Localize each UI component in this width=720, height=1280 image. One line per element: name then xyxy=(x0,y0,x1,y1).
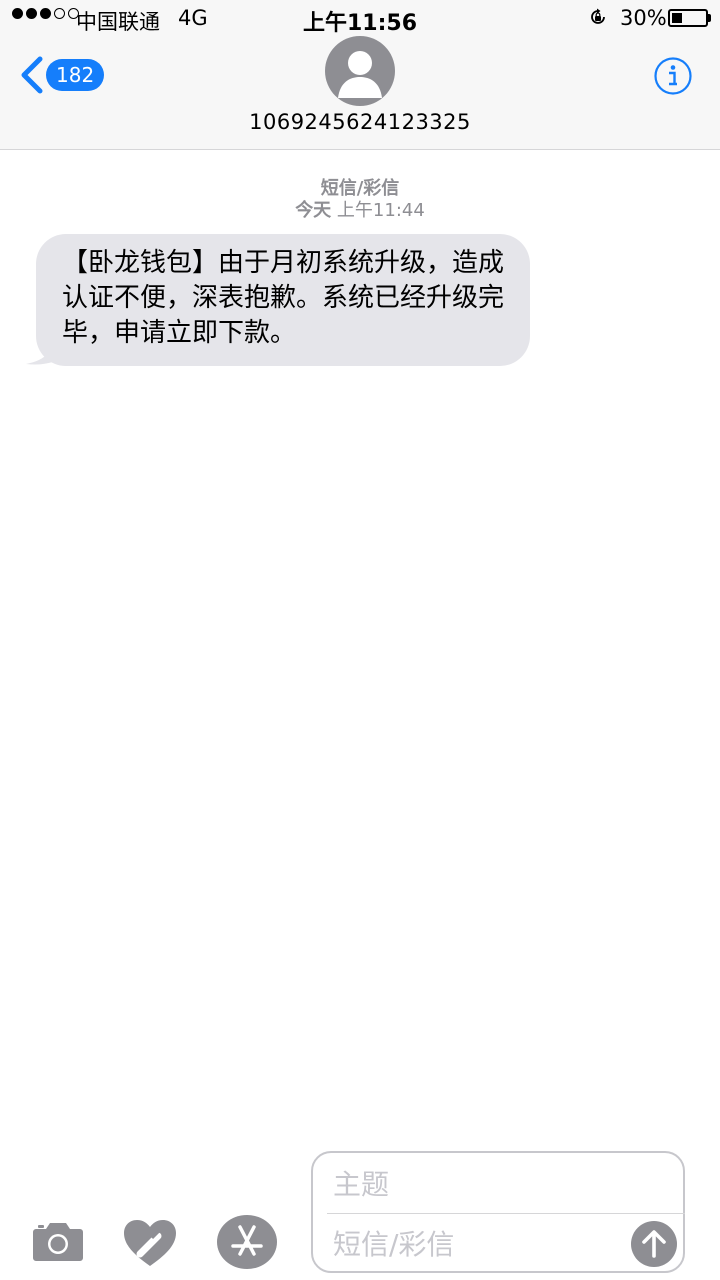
back-button-unread-badge[interactable]: 182 xyxy=(46,59,105,91)
orientation-lock-icon xyxy=(591,8,605,24)
status-bar: 中国联通 4G 上午11:56 30% xyxy=(0,0,720,36)
battery-level-fill xyxy=(672,13,682,23)
message-bubble-text: 【卧龙钱包】由于月初系统升级，造成认证不便，深表抱歉。系统已经升级完毕，申请立即… xyxy=(36,234,530,366)
camera-icon[interactable] xyxy=(32,1220,84,1262)
messages-screen: 中国联通 4G 上午11:56 30% 182 1069245624123325 xyxy=(0,0,720,1280)
incoming-message[interactable]: 【卧龙钱包】由于月初系统升级，造成认证不便，深表抱歉。系统已经升级完毕，申请立即… xyxy=(26,234,530,366)
message-timestamp: 今天 上午11:44 xyxy=(0,196,720,222)
battery-percentage: 30% xyxy=(620,6,667,30)
subject-input[interactable]: 主题 xyxy=(333,1165,673,1205)
contact-number[interactable]: 1069245624123325 xyxy=(0,110,720,134)
battery-tip xyxy=(708,14,711,22)
compose-divider xyxy=(327,1213,685,1214)
message-input[interactable]: 短信/彩信 xyxy=(333,1225,623,1265)
send-arrow-icon[interactable] xyxy=(631,1221,677,1267)
app-store-icon[interactable] xyxy=(216,1214,278,1270)
timestamp-time: 上午11:44 xyxy=(336,200,425,221)
back-chevron-icon[interactable] xyxy=(18,56,46,94)
info-icon[interactable] xyxy=(653,56,693,96)
timestamp-day: 今天 xyxy=(295,200,332,221)
status-time: 上午11:56 xyxy=(302,11,418,36)
conversation-header: 182 1069245624123325 xyxy=(0,36,720,150)
battery-icon xyxy=(668,9,708,27)
compose-box: 主题 短信/彩信 xyxy=(311,1151,685,1273)
digital-touch-heart-icon[interactable] xyxy=(122,1218,178,1268)
avatar-icon[interactable] xyxy=(325,36,395,106)
